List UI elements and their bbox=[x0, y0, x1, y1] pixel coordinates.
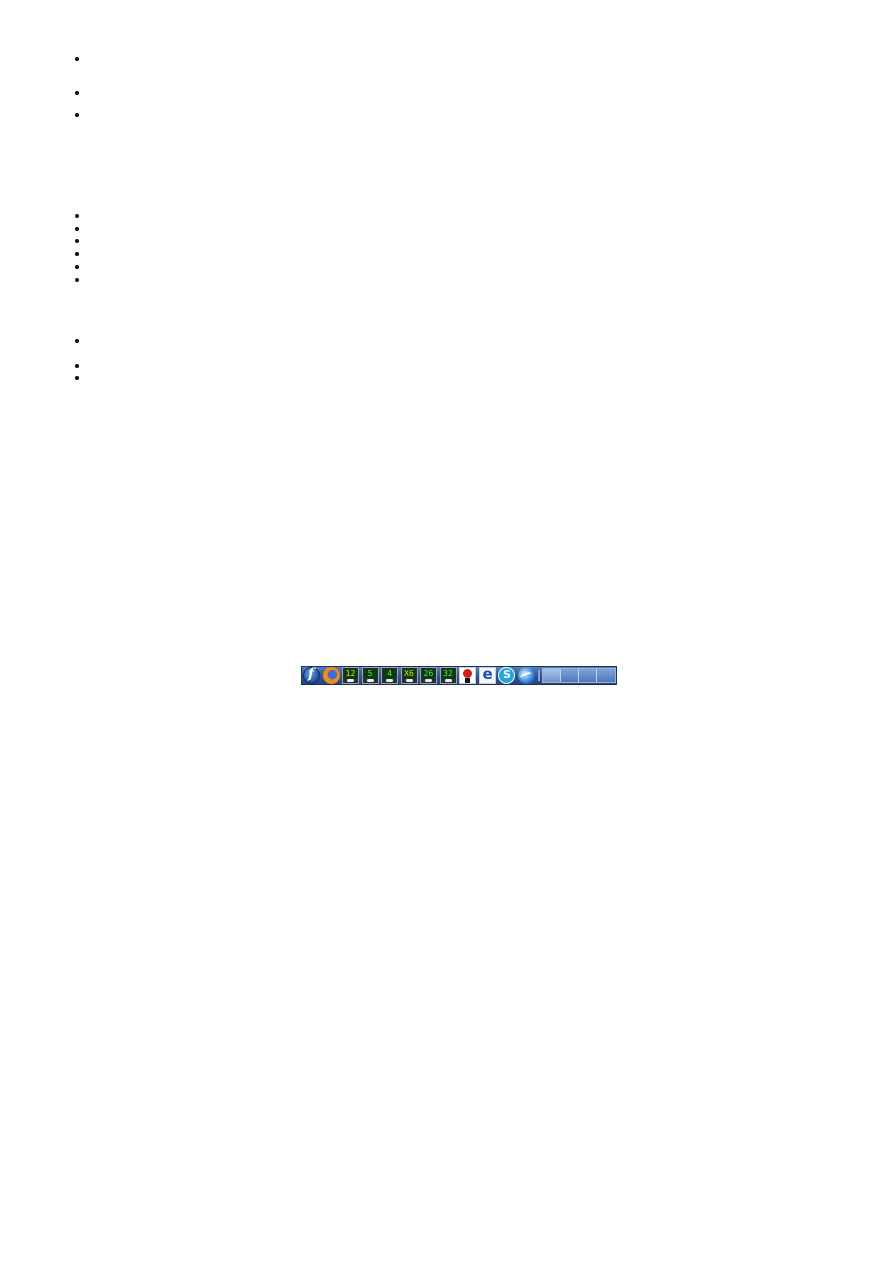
skype-icon[interactable] bbox=[498, 667, 515, 684]
list-bullet bbox=[75, 252, 79, 256]
list-bullet bbox=[75, 113, 79, 117]
list-bullet bbox=[75, 227, 79, 231]
list-bullet bbox=[75, 364, 79, 368]
globe-icon[interactable] bbox=[517, 667, 535, 684]
list-bullet bbox=[75, 278, 79, 282]
list-bullet bbox=[75, 214, 79, 218]
list-bullet bbox=[75, 339, 79, 343]
firefox-icon[interactable] bbox=[322, 667, 340, 684]
monitor-label: 32 bbox=[441, 669, 455, 679]
monitor-stand bbox=[405, 679, 413, 682]
monitor-label: 26 bbox=[422, 669, 435, 679]
show-desktop-icon[interactable] bbox=[538, 670, 540, 681]
workspace-4[interactable] bbox=[597, 669, 615, 682]
workspace-pager bbox=[542, 668, 616, 683]
list-bullet bbox=[75, 91, 79, 95]
workspace-monitor-icon[interactable]: X6 bbox=[400, 667, 418, 684]
monitor-stand bbox=[386, 679, 393, 682]
workspace-monitor-icon[interactable]: 12 bbox=[342, 667, 359, 684]
list-bullet bbox=[75, 57, 79, 61]
workspace-2[interactable] bbox=[561, 669, 579, 682]
monitor-label: 12 bbox=[344, 669, 357, 679]
red-app-icon[interactable] bbox=[459, 667, 476, 684]
workspace-monitor-icon[interactable]: 5 bbox=[361, 667, 379, 684]
workspace-monitor-icon[interactable]: 4 bbox=[381, 667, 398, 684]
workspace-3[interactable] bbox=[579, 669, 597, 682]
monitor-stand bbox=[444, 679, 452, 682]
taskbar-panel: 12 5 4 X6 26 32 bbox=[301, 665, 617, 685]
monitor-stand bbox=[366, 679, 374, 682]
monitor-stand bbox=[347, 679, 354, 682]
list-bullet bbox=[75, 239, 79, 243]
e-app-icon[interactable] bbox=[478, 665, 496, 684]
workspace-monitor-icon[interactable]: 32 bbox=[439, 667, 457, 684]
monitor-label: 4 bbox=[383, 669, 396, 679]
list-bullet bbox=[75, 376, 79, 380]
workspace-1[interactable] bbox=[543, 669, 561, 682]
monitor-label: X6 bbox=[402, 669, 416, 679]
monitor-stand bbox=[425, 679, 432, 682]
fedora-icon[interactable] bbox=[303, 666, 320, 684]
list-bullet bbox=[75, 265, 79, 269]
workspace-monitor-icon[interactable]: 26 bbox=[420, 667, 437, 684]
monitor-label: 5 bbox=[363, 669, 377, 679]
